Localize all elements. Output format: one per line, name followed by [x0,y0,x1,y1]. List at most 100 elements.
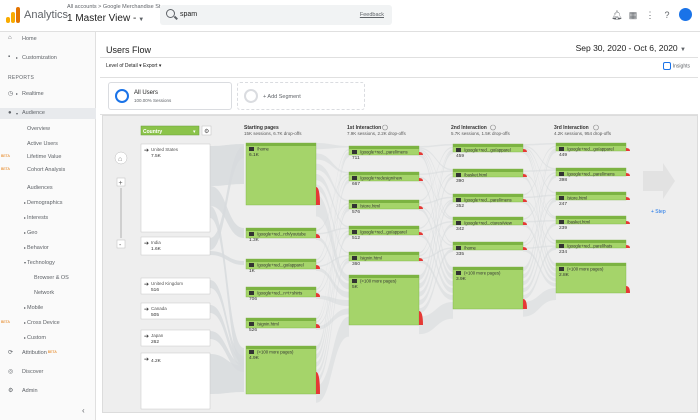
dropoff-indicator[interactable] [523,199,527,202]
search-bar[interactable]: spam Feedback [160,5,392,25]
country-value: 4.2K [151,358,162,364]
dropoff-indicator[interactable] [316,234,320,238]
flow-link[interactable] [523,245,556,249]
page-value: 247 [559,201,567,207]
home-icon: ⌂ [8,35,12,41]
page-label: /google+red...parel/hats [567,244,612,249]
dropoff-indicator[interactable] [419,206,423,209]
page-icon [249,263,254,267]
dropoff-indicator[interactable] [626,245,630,248]
dropoff-indicator[interactable] [419,311,423,325]
page-value: 335 [456,251,464,257]
dropoff-indicator[interactable] [316,293,320,297]
sidebar-item-label: Audiences [27,185,53,191]
breadcrumb[interactable]: All accounts > Google Merchandise St... [67,4,165,10]
sidebar-item-audience[interactable]: ● ▾ Audience [0,108,96,119]
notifications-icon[interactable]: 🔔︎ [611,10,622,20]
apps-grid-icon[interactable]: ▦ [628,10,638,20]
flow-link[interactable] [316,163,349,202]
search-input[interactable]: spam [180,11,197,18]
info-icon[interactable] [593,124,599,131]
chevron-right-icon: ▸ [24,230,27,235]
flow-link[interactable] [523,288,556,317]
page-icon [559,244,564,248]
info-icon[interactable] [382,124,388,131]
zoom-slider-track[interactable] [120,188,122,238]
collapse-sidebar-icon[interactable]: ‹ [82,406,85,415]
page-icon [249,291,254,295]
reports-heading: REPORTS [8,75,35,81]
page-value: 5K [352,284,359,290]
page-label: /google+red...go/apparel [567,147,614,152]
beta-badge: BETA [1,154,10,158]
more-vert-icon[interactable]: ⋮ [645,10,655,20]
level-of-detail-label: Level of Detail [106,63,138,69]
avatar[interactable] [679,8,692,21]
sidebar-item-cohort-analysis[interactable]: Cohort Analysis BETA [0,167,96,173]
date-range-picker[interactable]: Sep 30, 2020 - Oct 6, 2020 ▼ [576,43,686,53]
page-value: 711 [352,155,360,161]
sidebar-item-lifetime-value[interactable]: Lifetime Value BETA [0,154,96,160]
dropoff-indicator[interactable] [523,299,527,309]
dropoff-indicator[interactable] [626,148,630,151]
analytics-logo-icon[interactable] [6,7,22,23]
dropoff-indicator[interactable] [626,197,630,200]
help-icon[interactable]: ? [662,10,672,20]
dropoff-indicator[interactable] [419,232,423,235]
search-icon [166,9,175,18]
page-value: 576 [352,209,360,215]
arrow-right-icon: ➔ [144,357,149,363]
page-icon [352,176,357,180]
page-value: 239 [559,225,567,231]
add-step-button: + Step [651,209,666,215]
dropoff-indicator[interactable] [626,286,630,293]
flow-link[interactable] [210,251,244,265]
segment-all-users[interactable]: All Users 100.00% Sessions [108,82,232,110]
sidebar-item-label: Demographics [27,200,63,206]
sidebar-item-label-text: Attribution [22,350,47,356]
chevron-right-icon: ▸ [16,55,19,60]
users-flow-panel: Country ▾ ⚙ ⌂ + - Starting pages 15K sessions, … [102,115,698,413]
page-label: (>100 more pages) [464,271,501,276]
export-button[interactable]: Export ▾ [143,63,161,69]
info-icon[interactable] [490,124,496,131]
page-label: /google+red...parel/mens [567,172,615,177]
country-value: 7.5K [151,153,162,159]
flow-link[interactable] [419,144,453,148]
arrow-right-icon: ➔ [144,241,149,247]
feedback-link[interactable]: Feedback [360,12,384,18]
sidebar-item-label: Browser & OS [34,275,69,281]
dropoff-indicator[interactable] [626,173,630,176]
country-value: 505 [151,312,159,318]
sidebar-item-label: Audience [22,110,45,116]
discover-icon: ◎ [8,369,14,375]
page-label: /google+red...go/apparel [360,230,407,235]
insights-button[interactable]: Insights [662,62,690,70]
view-selector[interactable]: 1 Master View - ▼ [67,13,144,24]
arrow-right-icon: ➔ [144,148,149,154]
sidebar-item-cross-device[interactable]: ▸ Cross Device BETA [0,320,96,326]
empty-ring-icon [244,89,258,103]
chevron-right-icon: ▸ [24,335,27,340]
level-of-detail-button[interactable]: Level of Detail ▾ [106,63,142,69]
page-icon [559,220,564,224]
page-label: /home [257,147,270,152]
page-label: (>100 more pages) [257,350,294,355]
page-label: (>100 more pages) [360,279,397,284]
sidebar-item-label: Custom [27,335,46,341]
sidebar-item-label: Cohort Analysis [27,167,66,173]
add-segment-label: + Add Segment [263,94,301,100]
sidebar-item-label: Geo [27,230,38,236]
column-subtitle: 4.2K sessions, 954 drop-offs [554,131,612,136]
flow-link[interactable] [523,143,556,146]
flow-link[interactable] [316,143,349,150]
page-value: 1.3K [249,237,260,243]
dropoff-indicator[interactable] [626,221,630,224]
page-icon [559,172,564,176]
column-subtitle: 7.9K sessions, 2.2K drop-offs [347,131,406,136]
dropoff-indicator[interactable] [316,372,320,394]
app-title[interactable]: Analytics [24,9,68,21]
page-icon [352,279,357,283]
next-step-arrow-icon[interactable] [643,163,675,199]
add-segment-button[interactable]: + Add Segment [237,82,365,110]
